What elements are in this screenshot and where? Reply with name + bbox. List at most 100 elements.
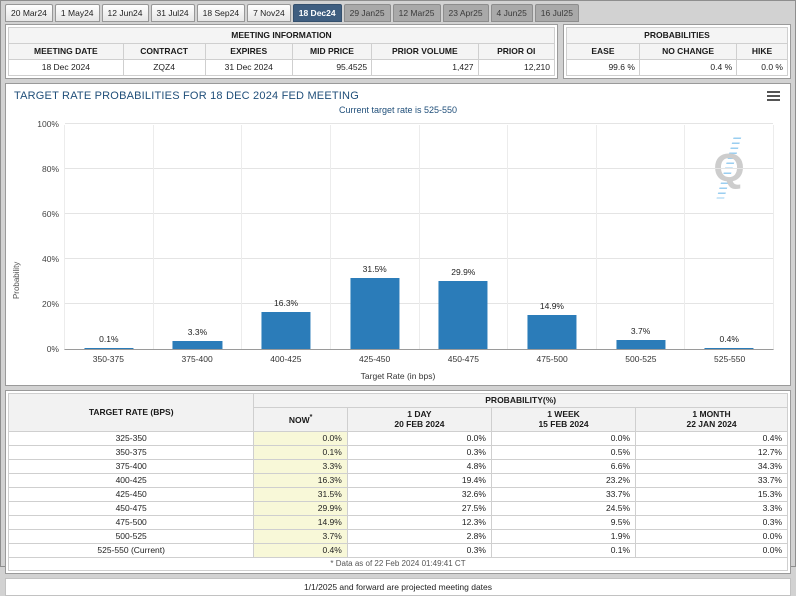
probabilities-table: PROBABILITIES EASE NO CHANGE HIKE 99.6 %… [566,27,788,76]
hamburger-icon[interactable] [765,89,782,103]
table-row: 425-45031.5%32.6%33.7%15.3% [9,487,788,501]
cell-week: 23.2% [491,473,635,487]
bar-450-475[interactable] [439,281,488,348]
tab-1-may24[interactable]: 1 May24 [55,4,100,22]
x-axis-tick-labels: 350-375375-400400-425425-450450-475475-5… [64,354,774,364]
bar-value-label: 0.4% [720,334,739,344]
probability-table-body: 325-3500.0%0.0%0.0%0.4%350-3750.1%0.3%0.… [9,431,788,557]
cell-now: 16.3% [254,473,347,487]
table-row: 450-47529.9%27.5%24.5%3.3% [9,501,788,515]
fedwatch-page: 20 Mar241 May2412 Jun2431 Jul2418 Sep247… [0,0,796,567]
col-header-expires: EXPIRES [205,43,292,59]
cell-week: 0.0% [491,431,635,445]
projected-dates-note: 1/1/2025 and forward are projected meeti… [5,578,791,596]
meeting-info-table: MEETING INFORMATION MEETING DATE CONTRAC… [8,27,555,76]
cell-rate: 475-500 [9,515,254,529]
cell-now: 3.3% [254,459,347,473]
bar-500-525[interactable] [616,340,665,348]
table-row: 350-3750.1%0.3%0.5%12.7% [9,445,788,459]
cell-rate: 500-525 [9,529,254,543]
chart-title: TARGET RATE PROBABILITIES FOR 18 DEC 202… [14,90,359,102]
cell-rate: 325-350 [9,431,254,445]
y-tick-label: 40% [42,254,59,264]
target-rate-header: TARGET RATE (BPS) [9,393,254,431]
bar-slot: 14.9% [507,125,596,349]
tab-12-mar25[interactable]: 12 Mar25 [393,4,441,22]
bar-525-550[interactable] [705,348,754,349]
bar-slot: 29.9% [419,125,508,349]
x-tick-label: 500-525 [597,354,686,364]
cell-week: 0.5% [491,445,635,459]
probability-table: TARGET RATE (BPS) PROBABILITY(%) NOW* 1 … [8,393,788,571]
cell-now: 0.0% [254,431,347,445]
cell-day: 19.4% [347,473,491,487]
y-tick-label: 100% [37,119,59,129]
col-header-meeting-date: MEETING DATE [9,43,124,59]
chart-panel: TARGET RATE PROBABILITIES FOR 18 DEC 202… [5,83,791,386]
expires-value: 31 Dec 2024 [205,59,292,75]
bar-slot: 0.4% [684,125,773,349]
cell-rate: 450-475 [9,501,254,515]
cell-now: 0.1% [254,445,347,459]
cell-day: 32.6% [347,487,491,501]
cell-now: 0.4% [254,543,347,557]
cell-now: 3.7% [254,529,347,543]
col-header-hike: HIKE [737,43,788,59]
chart-subtitle: Current target rate is 525-550 [8,105,788,115]
chart-body: Probability Q 0%20%40%60%80%100%0.1%3.3%… [8,125,788,381]
tab-16-jul25[interactable]: 16 Jul25 [535,4,579,22]
cell-week: 0.1% [491,543,635,557]
cell-day: 2.8% [347,529,491,543]
tab-12-jun24[interactable]: 12 Jun24 [102,4,149,22]
col-header-prior-oi: PRIOR OI [478,43,554,59]
top-info-row: MEETING INFORMATION MEETING DATE CONTRAC… [5,24,791,79]
tab-7-nov24[interactable]: 7 Nov24 [247,4,291,22]
tab-31-jul24[interactable]: 31 Jul24 [151,4,195,22]
cell-month: 15.3% [636,487,788,501]
bar-value-label: 29.9% [451,267,475,277]
tab-23-apr25[interactable]: 23 Apr25 [443,4,489,22]
y-axis-title: Probability [12,261,21,298]
cell-rate: 425-450 [9,487,254,501]
cell-day: 12.3% [347,515,491,529]
col-header-1-week: 1 WEEK15 FEB 2024 [491,407,635,431]
tab-18-sep24[interactable]: 18 Sep24 [197,4,245,22]
no-change-value: 0.4 % [639,59,736,75]
cell-week: 24.5% [491,501,635,515]
x-tick-label: 475-500 [508,354,597,364]
prior-oi-value: 12,210 [478,59,554,75]
probabilities-title: PROBABILITIES [567,27,788,43]
cell-week: 6.6% [491,459,635,473]
x-tick-label: 450-475 [419,354,508,364]
x-tick-label: 525-550 [685,354,774,364]
cell-rate: 525-550 (Current) [9,543,254,557]
cell-month: 0.0% [636,529,788,543]
tab-29-jan25[interactable]: 29 Jan25 [344,4,391,22]
bar-slot: 16.3% [241,125,330,349]
bar-400-425[interactable] [262,312,311,349]
bar-slot: 3.3% [153,125,242,349]
col-header-ease: EASE [567,43,640,59]
cell-day: 0.3% [347,445,491,459]
x-tick-label: 400-425 [242,354,331,364]
x-tick-label: 425-450 [330,354,419,364]
tab-20-mar24[interactable]: 20 Mar24 [5,4,53,22]
table-row: 375-4003.3%4.8%6.6%34.3% [9,459,788,473]
y-tick-label: 0% [47,344,59,354]
cell-month: 12.7% [636,445,788,459]
cell-week: 9.5% [491,515,635,529]
cell-day: 4.8% [347,459,491,473]
mid-price-value: 95.4525 [292,59,371,75]
bar-425-450[interactable] [350,278,399,349]
bar-375-400[interactable] [173,341,222,348]
bar-475-500[interactable] [527,315,576,349]
tab-4-jun25[interactable]: 4 Jun25 [491,4,533,22]
tab-18-dec24[interactable]: 18 Dec24 [293,4,342,22]
cell-month: 3.3% [636,501,788,515]
cell-day: 0.0% [347,431,491,445]
cell-week: 1.9% [491,529,635,543]
cell-now: 31.5% [254,487,347,501]
cell-rate: 400-425 [9,473,254,487]
plot-area: Q 0%20%40%60%80%100%0.1%3.3%16.3%31.5%29… [64,125,774,350]
bar-value-label: 14.9% [540,301,564,311]
